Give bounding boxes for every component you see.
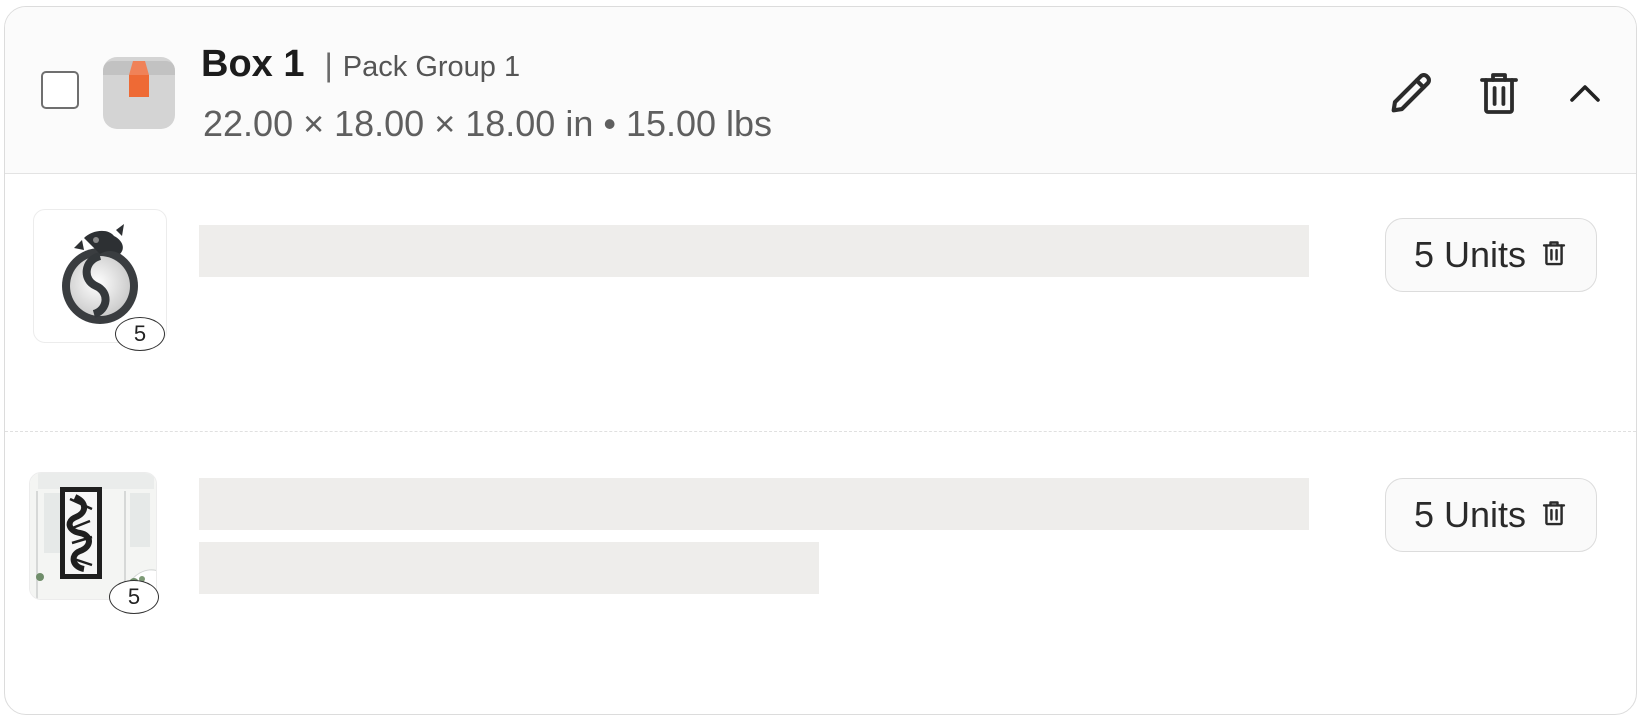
product-subtitle-placeholder: [199, 542, 819, 594]
product-title-placeholder: [199, 478, 1309, 530]
collapse-box-button[interactable]: [1555, 65, 1615, 125]
pencil-icon: [1385, 67, 1437, 124]
edit-box-button[interactable]: [1381, 65, 1441, 125]
package-box-icon: [101, 55, 177, 131]
box-title: Box 1: [201, 43, 305, 85]
quantity-badge: 5: [115, 317, 165, 351]
box-select-checkbox[interactable]: [41, 71, 79, 109]
box-title-row: Box 1 | Pack Group 1: [201, 43, 520, 86]
quantity-badge: 5: [109, 580, 159, 614]
units-label: 5 Units: [1413, 234, 1527, 275]
title-separator: |: [324, 47, 333, 83]
trash-icon: [1475, 68, 1523, 123]
product-title-placeholder: [199, 225, 1309, 277]
units-button[interactable]: 5 Units: [1385, 478, 1597, 552]
box-dimensions: 22.00 × 18.00 × 18.00 in • 15.00 lbs: [203, 103, 773, 144]
box-card: Box 1 | Pack Group 1 22.00 × 18.00 × 18.…: [4, 6, 1637, 715]
trash-icon[interactable]: [1540, 238, 1568, 273]
trash-icon[interactable]: [1540, 498, 1568, 533]
box-header: Box 1 | Pack Group 1 22.00 × 18.00 × 18.…: [5, 7, 1636, 174]
chevron-up-icon: [1567, 81, 1603, 110]
units-label: 5 Units: [1413, 494, 1527, 535]
box-item-row: 5 5 Units: [5, 432, 1636, 714]
box-item-row: 5 5 Units: [5, 173, 1636, 432]
pack-group-label: Pack Group 1: [342, 51, 521, 83]
units-button[interactable]: 5 Units: [1385, 218, 1597, 292]
delete-box-button[interactable]: [1469, 65, 1529, 125]
